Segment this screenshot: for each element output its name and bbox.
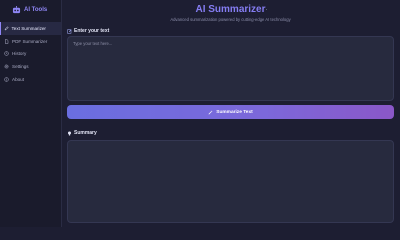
sidebar-item-history[interactable]: History <box>0 47 61 60</box>
text-input[interactable]: Type your text here... <box>67 36 394 101</box>
page-subtitle: Advanced summarization powered by cuttin… <box>170 17 291 22</box>
sidebar-item-settings[interactable]: Settings <box>0 60 61 73</box>
lightbulb-icon <box>68 131 71 135</box>
text-input-placeholder: Type your text here... <box>73 41 113 46</box>
sidebar-item-label: Text Summarizer <box>11 25 46 31</box>
sidebar-item-label: PDF Summarizer <box>12 38 48 44</box>
sidebar: AI Tools Text Summarizer PDF Summarizer … <box>0 0 62 227</box>
summary-label-text: Summary <box>74 130 97 136</box>
brand: AI Tools <box>12 5 47 15</box>
info-icon <box>4 76 9 82</box>
gear-icon <box>4 64 9 69</box>
sidebar-nav: Text Summarizer PDF Summarizer History S… <box>0 22 61 85</box>
sidebar-item-about[interactable]: About <box>0 73 61 86</box>
file-icon <box>5 38 9 44</box>
input-label-text: Enter your text <box>74 28 110 34</box>
summarize-button-label: Summarize Text <box>216 109 253 115</box>
edit-icon <box>67 29 72 33</box>
page-title: AI Summarizer <box>195 4 266 15</box>
input-label: Enter your text <box>67 28 109 34</box>
sidebar-item-label: History <box>12 51 27 57</box>
brand-name: AI Tools <box>24 7 48 13</box>
summary-output <box>67 140 394 223</box>
main-content: AI Summarizer Advanced summarization pow… <box>61 0 400 227</box>
sidebar-item-label: About <box>12 76 25 82</box>
clock-icon <box>4 51 9 56</box>
sidebar-item-text-summarizer[interactable]: Text Summarizer <box>0 22 61 35</box>
robot-icon <box>12 6 21 14</box>
edit-icon <box>4 26 9 31</box>
summarize-button[interactable]: Summarize Text <box>67 105 394 119</box>
sidebar-item-label: Settings <box>12 63 29 69</box>
summary-label: Summary <box>67 130 97 136</box>
magic-wand-icon <box>208 109 213 114</box>
sidebar-item-pdf-summarizer[interactable]: PDF Summarizer <box>0 35 61 48</box>
